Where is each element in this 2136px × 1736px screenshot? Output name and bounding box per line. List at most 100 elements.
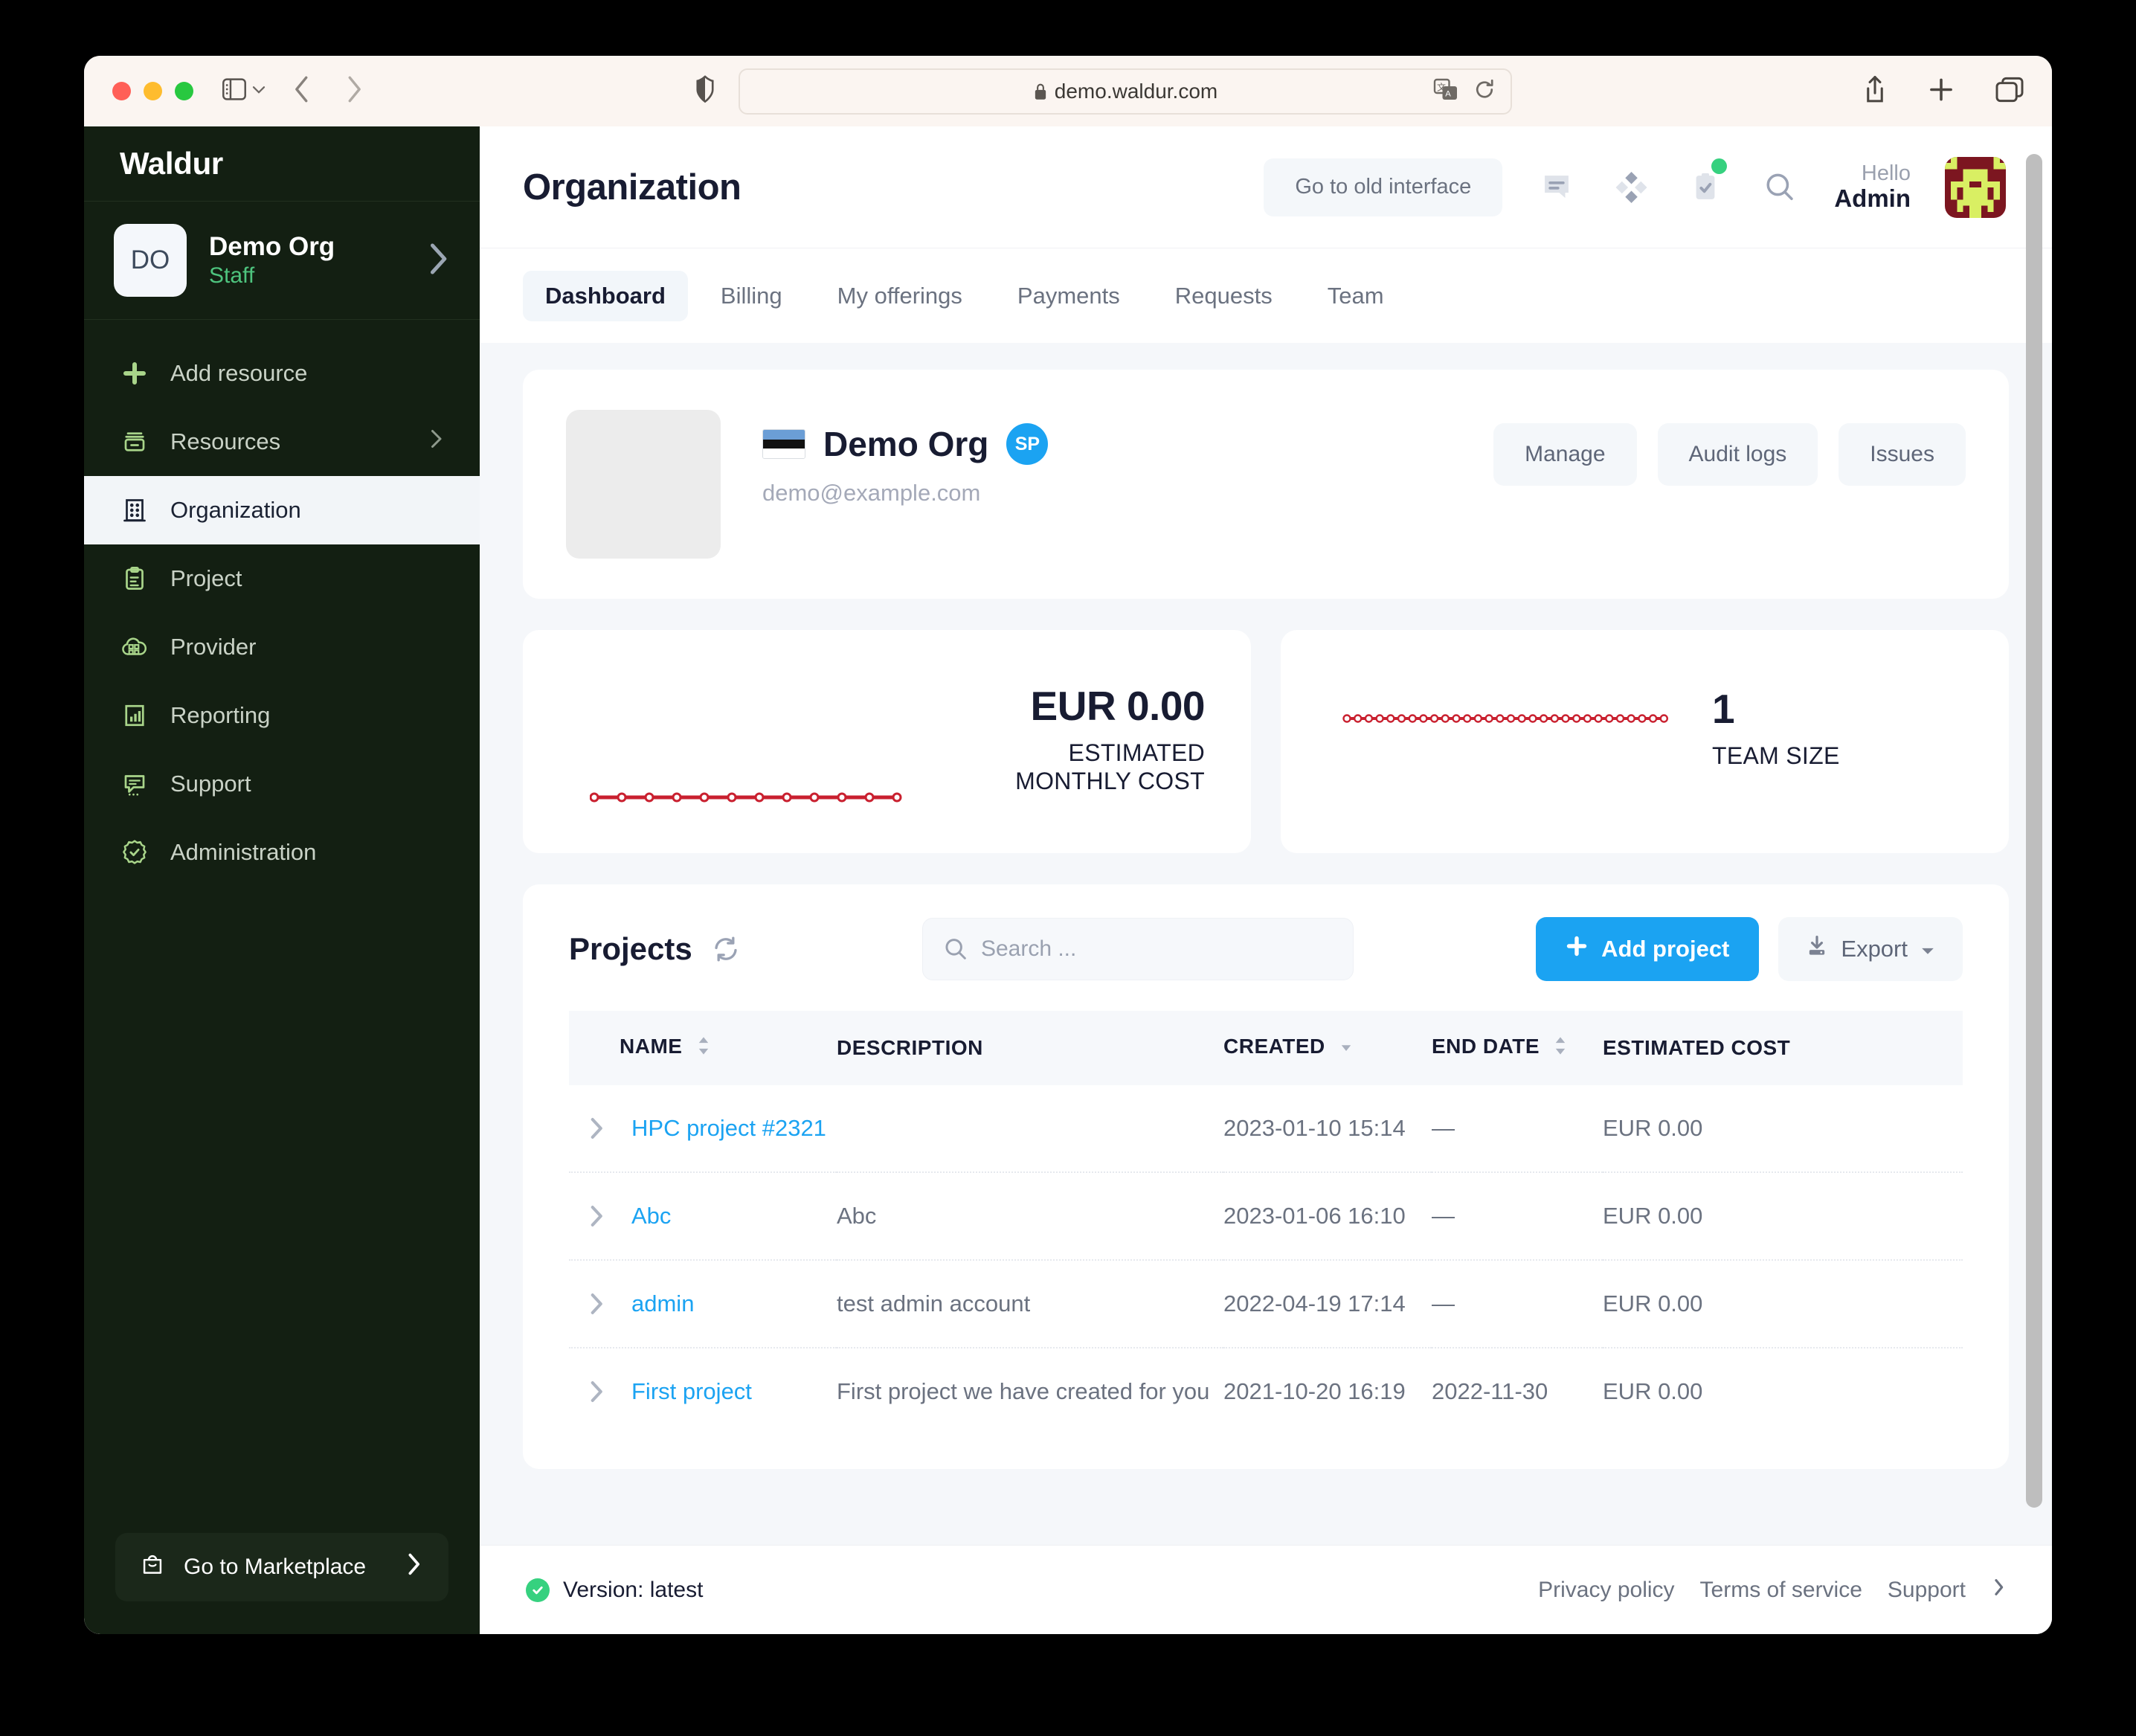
tab-requests[interactable]: Requests [1153, 271, 1295, 321]
translate-icon[interactable]: 文A [1433, 78, 1458, 104]
org-switcher-name: Demo Org [209, 231, 335, 261]
sidebar-nav: Add resource Resources Organization Proj… [84, 320, 480, 887]
notification-dot [1711, 158, 1728, 174]
add-project-button[interactable]: Add project [1536, 917, 1760, 981]
cell-estimated-cost: EUR 0.00 [1603, 1378, 1703, 1404]
search-box[interactable] [921, 918, 1354, 980]
sidebar-item-administration[interactable]: Administration [84, 818, 480, 887]
sidebar-item-add-resource[interactable]: Add resource [84, 339, 480, 408]
back-arrow-icon[interactable] [292, 74, 312, 108]
expand-row-icon[interactable] [587, 1291, 605, 1317]
column-header-description[interactable]: DESCRIPTION [837, 1011, 1223, 1085]
column-header-created[interactable]: CREATED [1223, 1011, 1432, 1085]
go-to-old-interface-button[interactable]: Go to old interface [1264, 158, 1503, 216]
expand-row-icon[interactable] [587, 1116, 605, 1141]
sidebar: Waldur DO Demo Org Staff Add resource Re… [84, 126, 480, 1634]
window-controls[interactable] [112, 82, 193, 100]
tab-billing[interactable]: Billing [698, 271, 805, 321]
plus-icon [1566, 935, 1588, 963]
table-row[interactable]: Abc Abc 2023-01-06 16:10 — EUR 0.00 [569, 1172, 1963, 1261]
sidebar-item-support[interactable]: Support [84, 750, 480, 818]
sidebar-item-provider[interactable]: Provider [84, 613, 480, 681]
gear-check-icon [120, 838, 149, 867]
sidebar-item-organization[interactable]: Organization [84, 476, 480, 544]
privacy-policy-link[interactable]: Privacy policy [1538, 1578, 1674, 1603]
cell-created: 2023-01-10 15:14 [1223, 1085, 1432, 1173]
support-link[interactable]: Support [1888, 1578, 1966, 1603]
cell-estimated-cost: EUR 0.00 [1603, 1260, 1963, 1348]
search-icon[interactable] [1760, 167, 1800, 208]
table-row[interactable]: HPC project #2321 2023-01-10 15:14 — EUR… [569, 1085, 1963, 1173]
chevron-right-icon[interactable] [1991, 1577, 2006, 1604]
sort-both-icon [696, 1035, 711, 1061]
org-switcher[interactable]: DO Demo Org Staff [84, 202, 480, 320]
tab-payments[interactable]: Payments [995, 271, 1142, 321]
navigation-arrows[interactable] [292, 74, 364, 108]
audit-logs-button[interactable]: Audit logs [1657, 423, 1818, 486]
terms-of-service-link[interactable]: Terms of service [1700, 1578, 1862, 1603]
column-label: NAME [620, 1035, 683, 1058]
expand-row-icon[interactable] [587, 1203, 605, 1229]
server-icon [120, 427, 149, 457]
cell-description [837, 1085, 1223, 1173]
privacy-shield-icon[interactable] [694, 74, 716, 107]
cell-name: admin [569, 1260, 837, 1348]
cell-name: First project [569, 1348, 837, 1435]
close-window-button[interactable] [112, 82, 131, 100]
share-icon[interactable] [1863, 74, 1887, 108]
chat-bubble-icon[interactable] [1537, 167, 1577, 208]
scrollbar-thumb[interactable] [2026, 154, 2042, 1508]
estonia-flag-icon [762, 429, 805, 459]
sidebar-item-label: Add resource [170, 360, 308, 386]
table-row[interactable]: First project First project we have crea… [569, 1348, 1963, 1435]
page-footer: Version: latest Privacy policy Terms of … [480, 1545, 2052, 1634]
sidebar-item-label: Project [170, 565, 242, 591]
table-row[interactable]: admin test admin account 2022-04-19 17:1… [569, 1260, 1963, 1348]
brand-logo[interactable]: Waldur [84, 126, 480, 202]
project-link[interactable]: HPC project #2321 [631, 1115, 826, 1142]
clipboard-check-icon[interactable] [1685, 158, 1728, 208]
project-link[interactable]: First project [631, 1378, 752, 1405]
issues-button[interactable]: Issues [1839, 423, 1966, 486]
sidebar-toggle-button[interactable] [222, 78, 266, 104]
page-title: Organization [523, 167, 742, 208]
project-link[interactable]: Abc [631, 1203, 671, 1229]
sidebar-item-project[interactable]: Project [84, 544, 480, 613]
sidebar-item-label: Organization [170, 497, 301, 523]
column-header-estimated-cost[interactable]: ESTIMATED COST [1603, 1011, 1963, 1085]
cell-name: Abc [569, 1172, 837, 1261]
org-initials: DO [114, 224, 187, 297]
project-link[interactable]: admin [631, 1290, 694, 1317]
service-provider-badge: SP [1006, 423, 1049, 465]
reload-icon[interactable] [1473, 78, 1496, 104]
tab-dashboard[interactable]: Dashboard [523, 270, 688, 321]
sidebar-item-label: Reporting [170, 702, 271, 728]
brand-name: Waldur [120, 146, 223, 181]
page-scrollbar[interactable] [2026, 139, 2042, 1552]
maximize-window-button[interactable] [175, 82, 193, 100]
expand-row-icon[interactable] [587, 1379, 605, 1404]
column-header-name[interactable]: NAME [569, 1011, 837, 1085]
search-input[interactable] [921, 918, 1354, 980]
column-header-end-date[interactable]: END DATE [1432, 1011, 1603, 1085]
column-label: END DATE [1432, 1035, 1540, 1058]
minimize-window-button[interactable] [144, 82, 162, 100]
sidebar-item-resources[interactable]: Resources [84, 408, 480, 476]
tab-overview-icon[interactable] [1995, 77, 2024, 106]
refresh-icon[interactable] [712, 935, 740, 963]
tab-team[interactable]: Team [1305, 271, 1406, 321]
apps-diamond-icon[interactable] [1611, 167, 1651, 208]
address-bar[interactable]: demo.waldur.com 文A [739, 68, 1512, 115]
sidebar-item-label: Administration [170, 839, 317, 865]
user-greeting[interactable]: Hello Admin [1834, 161, 1911, 213]
main-region: Organization Go to old interface Hello A… [480, 126, 2052, 1634]
forward-arrow-icon[interactable] [344, 74, 364, 108]
new-tab-icon[interactable] [1928, 76, 1955, 106]
go-to-marketplace-button[interactable]: Go to Marketplace [115, 1533, 448, 1601]
cell-description: First project we have created for you [837, 1378, 1210, 1404]
tab-my-offerings[interactable]: My offerings [815, 271, 985, 321]
manage-button[interactable]: Manage [1493, 423, 1637, 486]
sidebar-item-reporting[interactable]: Reporting [84, 681, 480, 750]
avatar[interactable] [1945, 156, 2006, 218]
export-button[interactable]: Export [1778, 917, 1963, 981]
